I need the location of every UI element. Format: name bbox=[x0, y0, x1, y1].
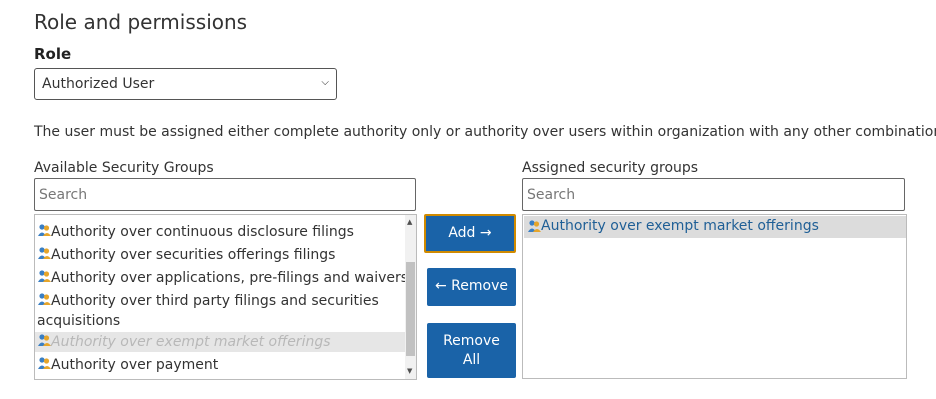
assigned-search-input[interactable]: Search bbox=[522, 178, 905, 211]
assigned-groups-label: Assigned security groups bbox=[522, 160, 699, 176]
scrollbar-thumb[interactable] bbox=[406, 262, 415, 356]
list-item[interactable]: Authority over continuous disclosure fil… bbox=[37, 222, 354, 242]
user-group-icon bbox=[528, 220, 541, 232]
section-title: Role and permissions bbox=[34, 10, 248, 34]
role-select[interactable]: Authorized User ⌵ bbox=[34, 68, 337, 100]
scrollbar[interactable]: ▲ ▼ bbox=[405, 215, 416, 379]
assigned-search-placeholder: Search bbox=[527, 187, 576, 203]
role-label: Role bbox=[34, 45, 72, 63]
chevron-down-icon: ⌵ bbox=[321, 77, 329, 88]
role-selected-value: Authorized User bbox=[42, 76, 155, 92]
remove-button[interactable]: ← Remove bbox=[427, 268, 516, 306]
add-button[interactable]: Add → bbox=[424, 214, 516, 253]
scroll-up-icon[interactable]: ▲ bbox=[407, 218, 412, 226]
list-item[interactable]: Authority over third party filings and s… bbox=[37, 291, 379, 331]
user-group-icon bbox=[38, 334, 51, 346]
user-group-icon bbox=[38, 293, 51, 305]
list-item[interactable]: Authority over payment bbox=[37, 355, 218, 375]
available-search-input[interactable]: Search bbox=[34, 178, 416, 211]
user-group-icon bbox=[38, 224, 51, 236]
scroll-down-icon[interactable]: ▼ bbox=[407, 367, 412, 375]
available-groups-list[interactable]: Authority over continuous disclosure fil… bbox=[34, 214, 417, 380]
list-item[interactable]: Authority over securities offerings fili… bbox=[37, 245, 335, 265]
list-item-selected[interactable]: Authority over exempt market offerings bbox=[35, 332, 406, 352]
assigned-groups-list[interactable]: Authority over exempt market offerings bbox=[522, 214, 907, 379]
user-group-icon bbox=[38, 247, 51, 259]
user-group-icon bbox=[38, 270, 51, 282]
remove-all-button[interactable]: Remove All bbox=[427, 323, 516, 378]
available-search-placeholder: Search bbox=[39, 187, 88, 203]
info-text: The user must be assigned either complet… bbox=[34, 124, 936, 140]
available-groups-label: Available Security Groups bbox=[34, 160, 214, 176]
list-item-selected[interactable]: Authority over exempt market offerings bbox=[524, 216, 906, 238]
user-group-icon bbox=[38, 357, 51, 369]
list-item[interactable]: Authority over applications, pre-filings… bbox=[37, 268, 408, 288]
